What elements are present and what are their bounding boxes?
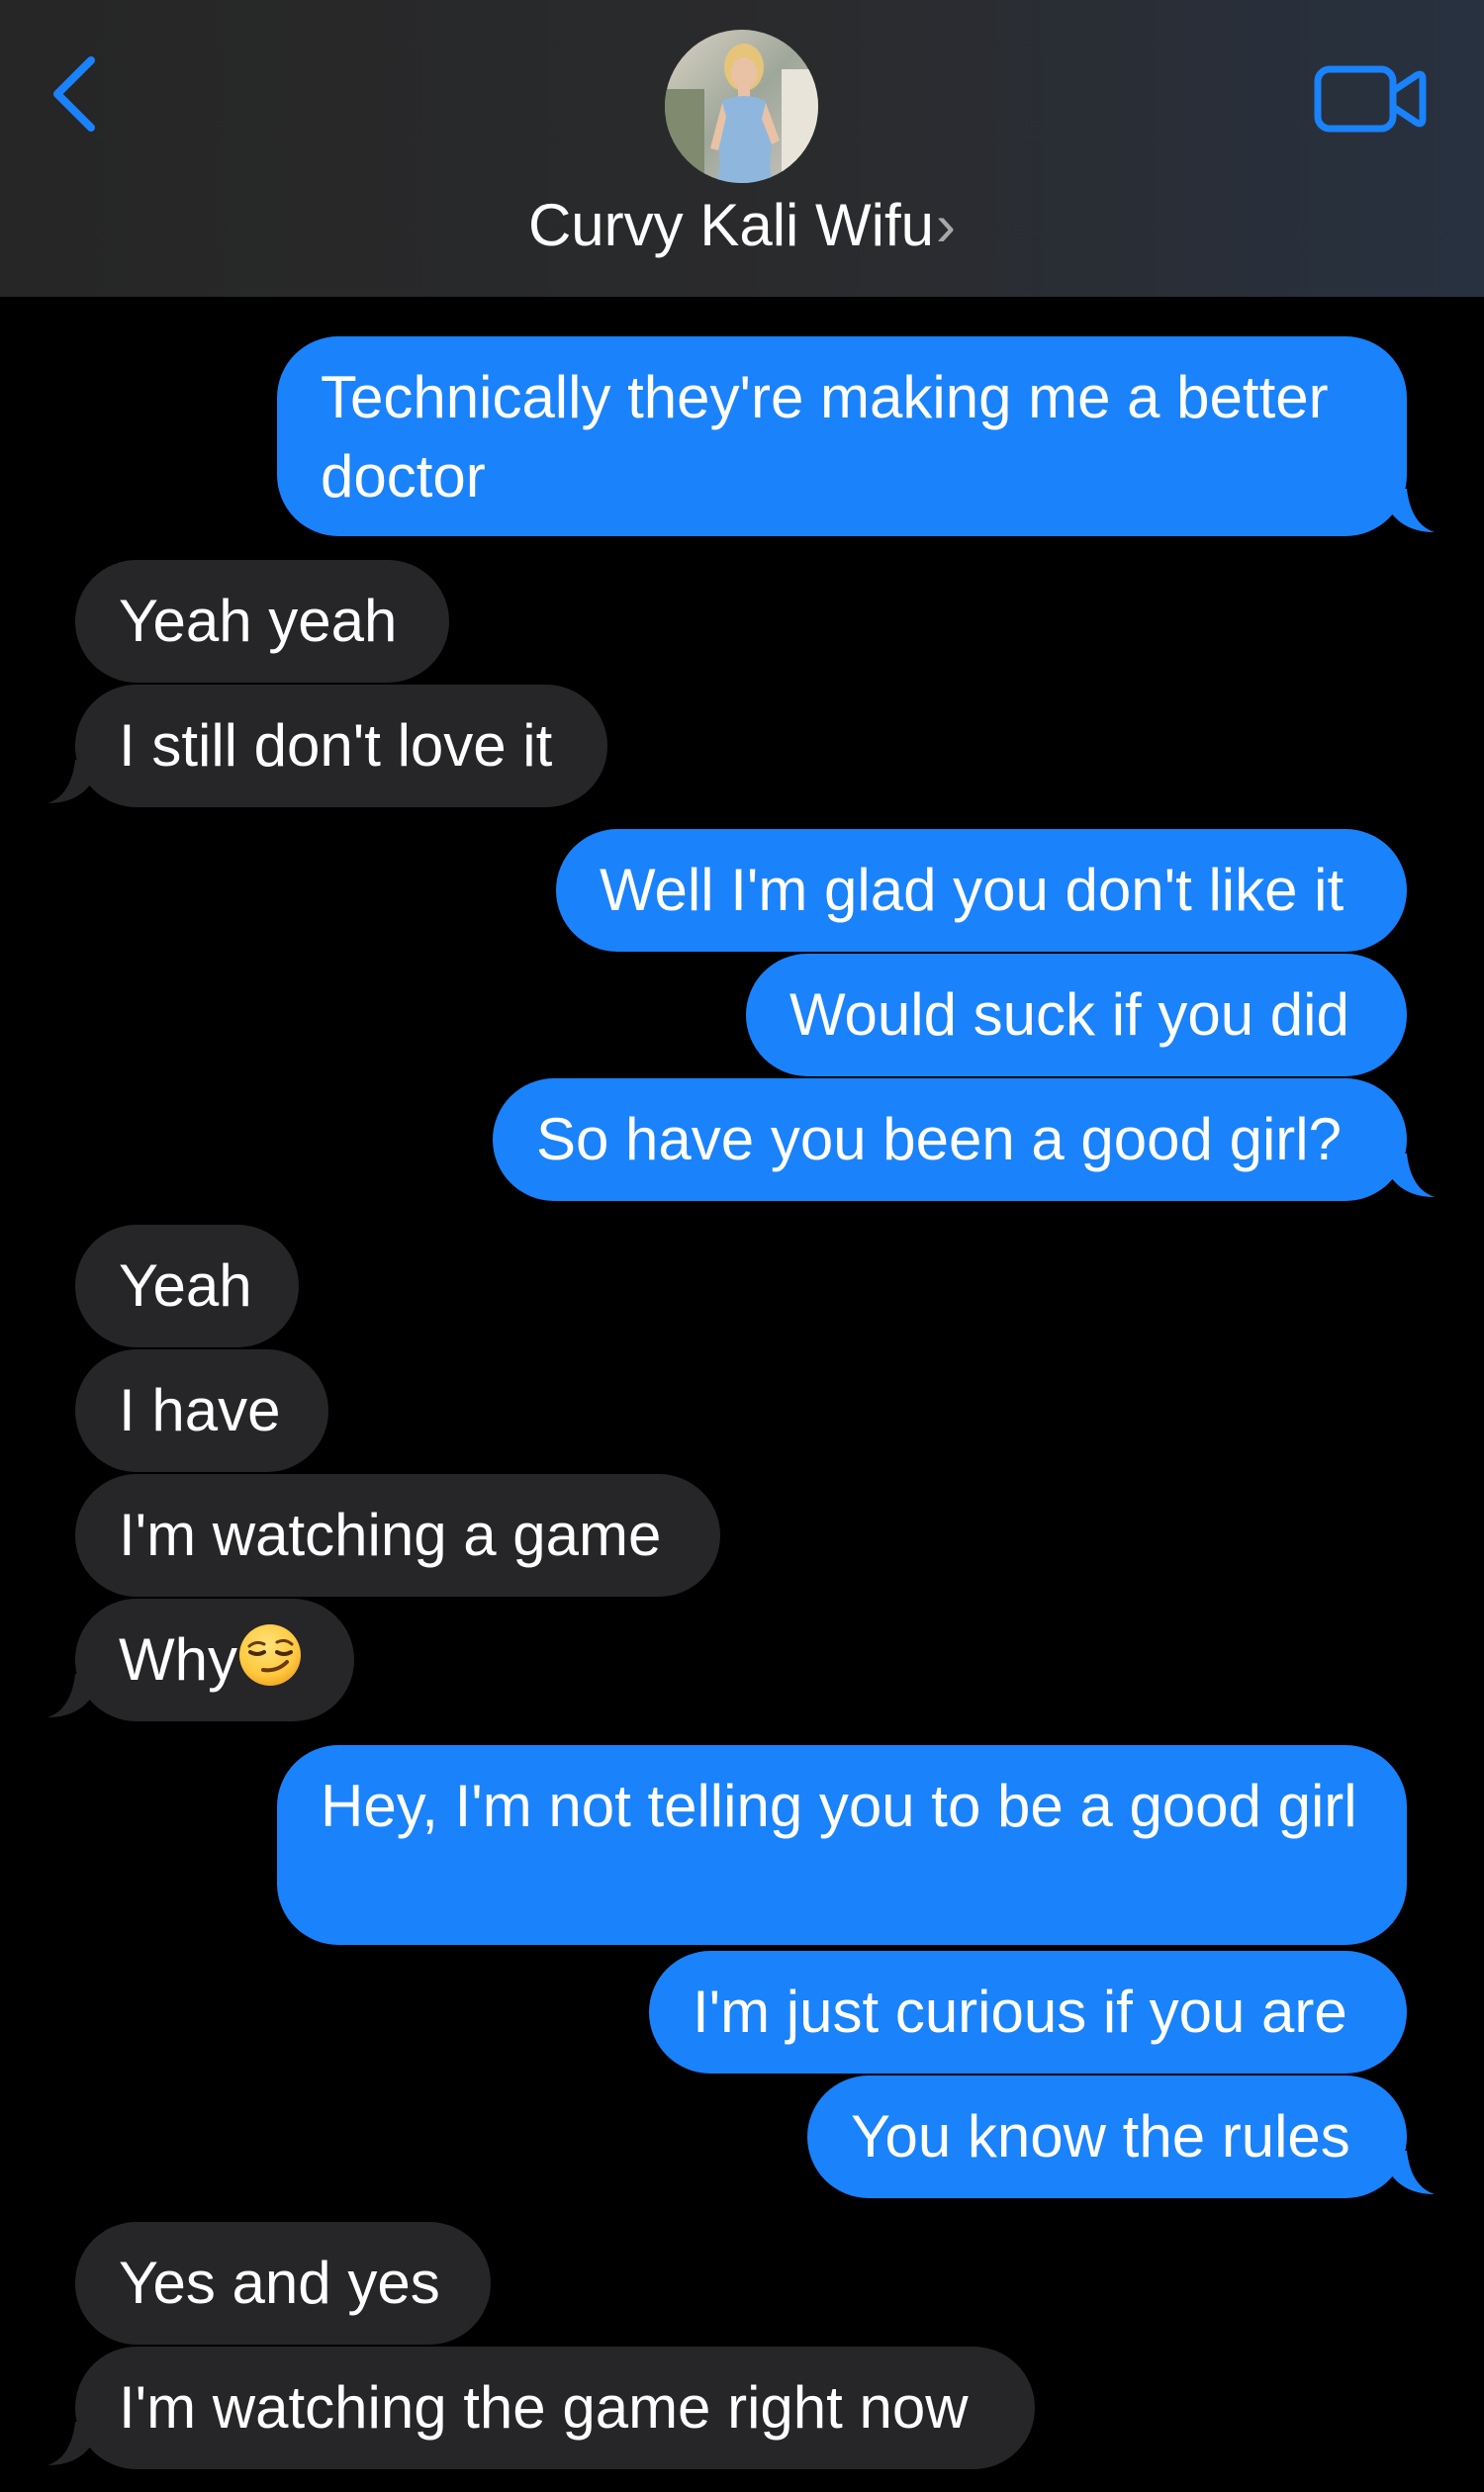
received-message-bubble[interactable]: Yeah yeah xyxy=(75,560,449,683)
chevron-left-icon xyxy=(53,56,95,132)
bubble-tail xyxy=(47,760,97,803)
contact-avatar[interactable] xyxy=(665,30,818,183)
sent-message-bubble[interactable]: So have you been a good girl? xyxy=(493,1078,1407,1201)
video-camera-icon xyxy=(1314,65,1427,133)
message-text: Yes and yes xyxy=(119,2250,440,2316)
contact-name[interactable]: Curvy Kali Wifu› xyxy=(0,190,1484,261)
sent-message-bubble[interactable]: You know the rules xyxy=(807,2076,1407,2198)
received-message-bubble[interactable]: Yeah xyxy=(75,1225,299,1347)
message-text: I'm watching a game xyxy=(119,1502,662,1568)
message-text: Why xyxy=(119,1626,237,1693)
received-message-bubble[interactable]: I'm watching a game xyxy=(75,1474,720,1597)
message-text: Would suck if you did xyxy=(789,981,1349,1048)
received-message-bubble[interactable]: I'm watching the game right now xyxy=(75,2347,1035,2469)
received-message-bubble[interactable]: Why xyxy=(75,1599,354,1721)
message-text: Technically they're making me a better d… xyxy=(321,364,1329,509)
conversation-header: Curvy Kali Wifu› xyxy=(0,0,1484,297)
bubble-tail xyxy=(1385,2151,1435,2194)
received-message-bubble[interactable]: I have xyxy=(75,1349,328,1472)
message-text: Yeah xyxy=(119,1252,252,1319)
received-message-bubble[interactable]: Yes and yes xyxy=(75,2222,491,2345)
bubble-tail xyxy=(1385,489,1435,532)
video-call-button[interactable] xyxy=(1306,59,1435,138)
message-text: I'm watching the game right now xyxy=(119,2374,969,2441)
sent-message-bubble[interactable]: I'm just curious if you are xyxy=(649,1951,1407,2074)
sent-message-bubble[interactable]: Would suck if you did xyxy=(746,954,1407,1076)
received-message-bubble[interactable]: I still don't love it xyxy=(75,685,607,807)
sent-message-bubble[interactable]: Technically they're making me a better d… xyxy=(277,336,1407,536)
message-text: Yeah yeah xyxy=(119,588,398,654)
bubble-tail xyxy=(47,1674,97,1717)
message-text: I still don't love it xyxy=(119,712,553,779)
bubble-tail xyxy=(1385,1154,1435,1197)
sent-message-bubble[interactable]: Hey, I'm not telling you to be a good gi… xyxy=(277,1745,1407,1945)
chevron-right-icon: › xyxy=(936,192,957,258)
sent-message-bubble[interactable]: Well I'm glad you don't like it xyxy=(556,829,1407,952)
smirking-face-emoji xyxy=(239,1624,301,1686)
message-text: So have you been a good girl? xyxy=(536,1106,1342,1172)
message-text: Hey, I'm not telling you to be a good gi… xyxy=(321,1773,1357,1839)
message-text: I'm just curious if you are xyxy=(693,1979,1347,2045)
message-text: You know the rules xyxy=(851,2103,1350,2169)
message-text: Well I'm glad you don't like it xyxy=(600,857,1345,923)
avatar-image xyxy=(665,30,818,183)
bubble-tail xyxy=(47,2422,97,2465)
back-button[interactable] xyxy=(40,45,119,143)
contact-name-text: Curvy Kali Wifu xyxy=(527,192,935,258)
message-text: I have xyxy=(119,1377,281,1443)
